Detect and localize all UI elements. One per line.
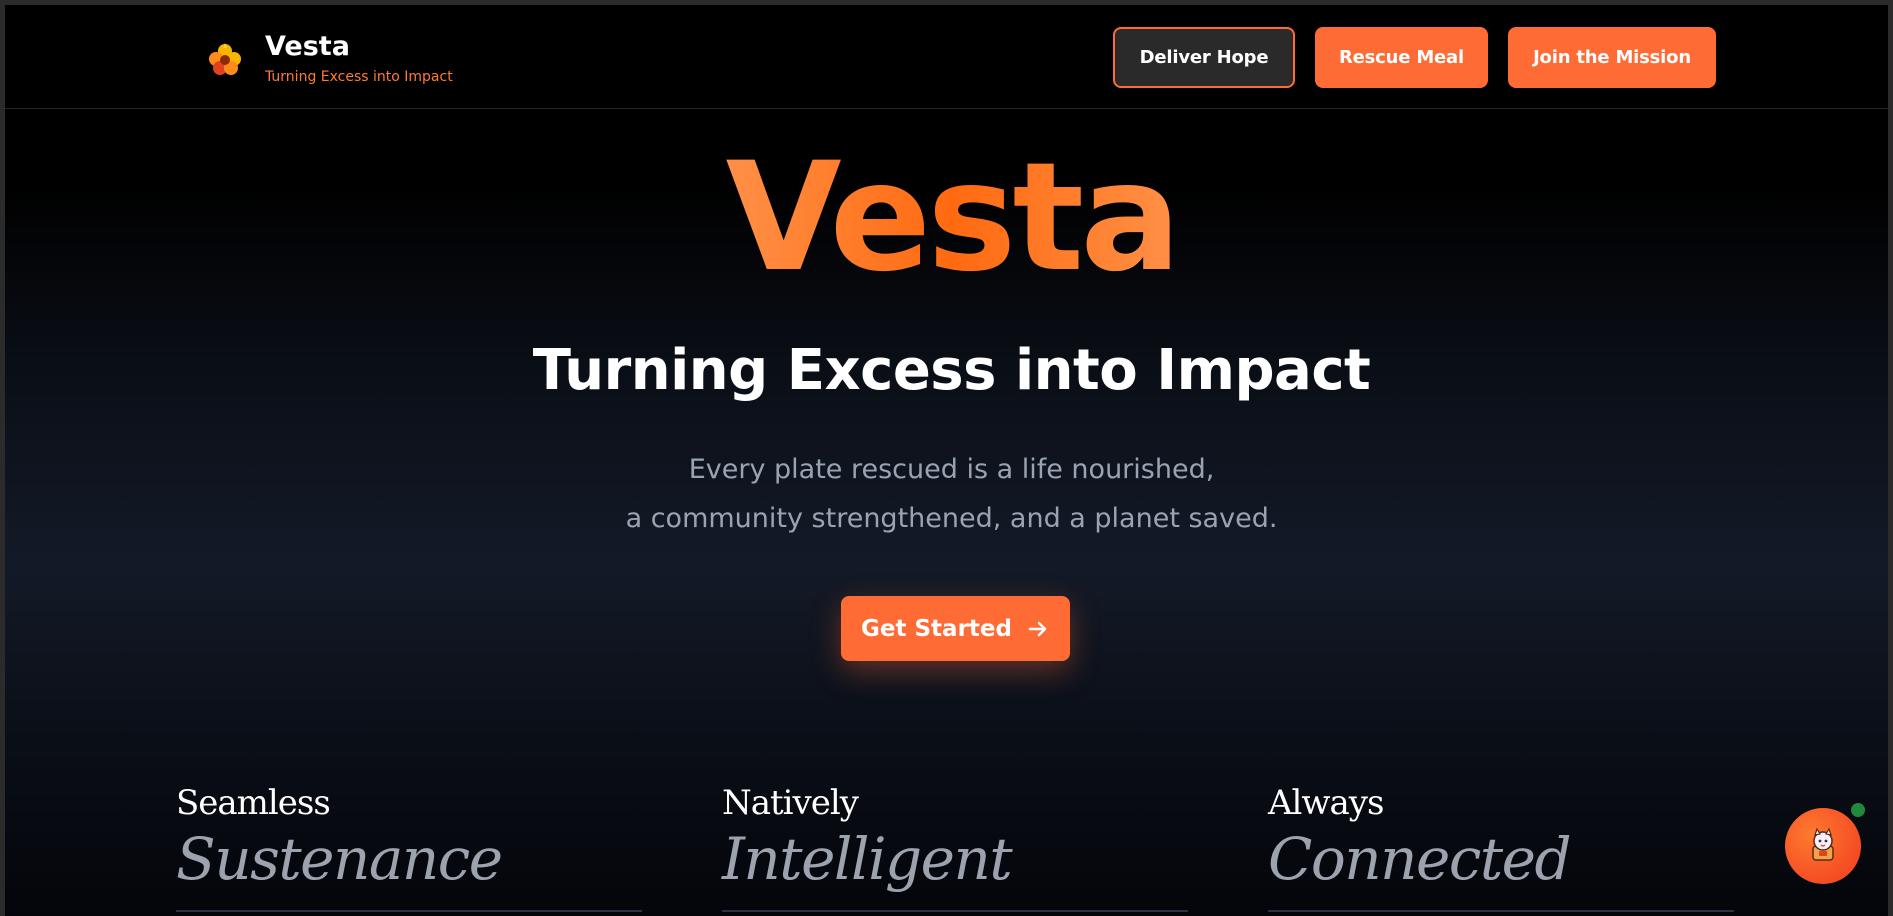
join-mission-button[interactable]: Join the Mission xyxy=(1508,27,1716,88)
feature-always-connected: Always Connected xyxy=(1268,780,1734,912)
app-window: Vesta Turning Excess into Impact Deliver… xyxy=(0,0,1893,916)
brand[interactable]: Vesta Turning Excess into Impact xyxy=(205,31,453,85)
feature-seamless-sustenance: Seamless Sustenance xyxy=(176,780,642,912)
hero-title: Vesta xyxy=(5,133,1888,303)
feature-natively-intelligent: Natively Intelligent xyxy=(722,780,1188,912)
hero-description: Every plate rescued is a life nourished,… xyxy=(5,445,1888,543)
feature-emphasis: Intelligent xyxy=(722,825,1013,893)
arrow-right-icon xyxy=(1028,621,1047,636)
brand-tagline: Turning Excess into Impact xyxy=(265,69,453,85)
feature-heading: Always xyxy=(1268,783,1384,823)
brand-text: Vesta Turning Excess into Impact xyxy=(265,31,453,85)
chat-assistant-button[interactable] xyxy=(1785,808,1861,884)
nav-actions: Deliver Hope Rescue Meal Join the Missio… xyxy=(1113,27,1716,88)
top-navbar: Vesta Turning Excess into Impact Deliver… xyxy=(5,5,1888,109)
feature-emphasis: Sustenance xyxy=(176,825,503,893)
brand-name: Vesta xyxy=(265,31,350,62)
rescue-meal-button[interactable]: Rescue Meal xyxy=(1315,27,1488,88)
feature-emphasis: Connected xyxy=(1268,825,1572,893)
feature-heading: Natively xyxy=(722,783,859,823)
chatbot-mascot-icon xyxy=(1812,827,1834,861)
feature-heading: Seamless xyxy=(176,783,331,823)
hero-subtitle: Turning Excess into Impact xyxy=(532,338,1371,403)
get-started-button[interactable]: Get Started xyxy=(841,596,1070,661)
flame-flower-logo xyxy=(209,43,241,75)
hero-description-line-2: a community strengthened, and a planet s… xyxy=(625,503,1278,534)
get-started-label: Get Started xyxy=(861,615,1012,642)
online-status-dot xyxy=(1851,803,1865,817)
hero-description-line-1: Every plate rescued is a life nourished, xyxy=(688,454,1215,485)
deliver-hope-button[interactable]: Deliver Hope xyxy=(1113,27,1295,88)
